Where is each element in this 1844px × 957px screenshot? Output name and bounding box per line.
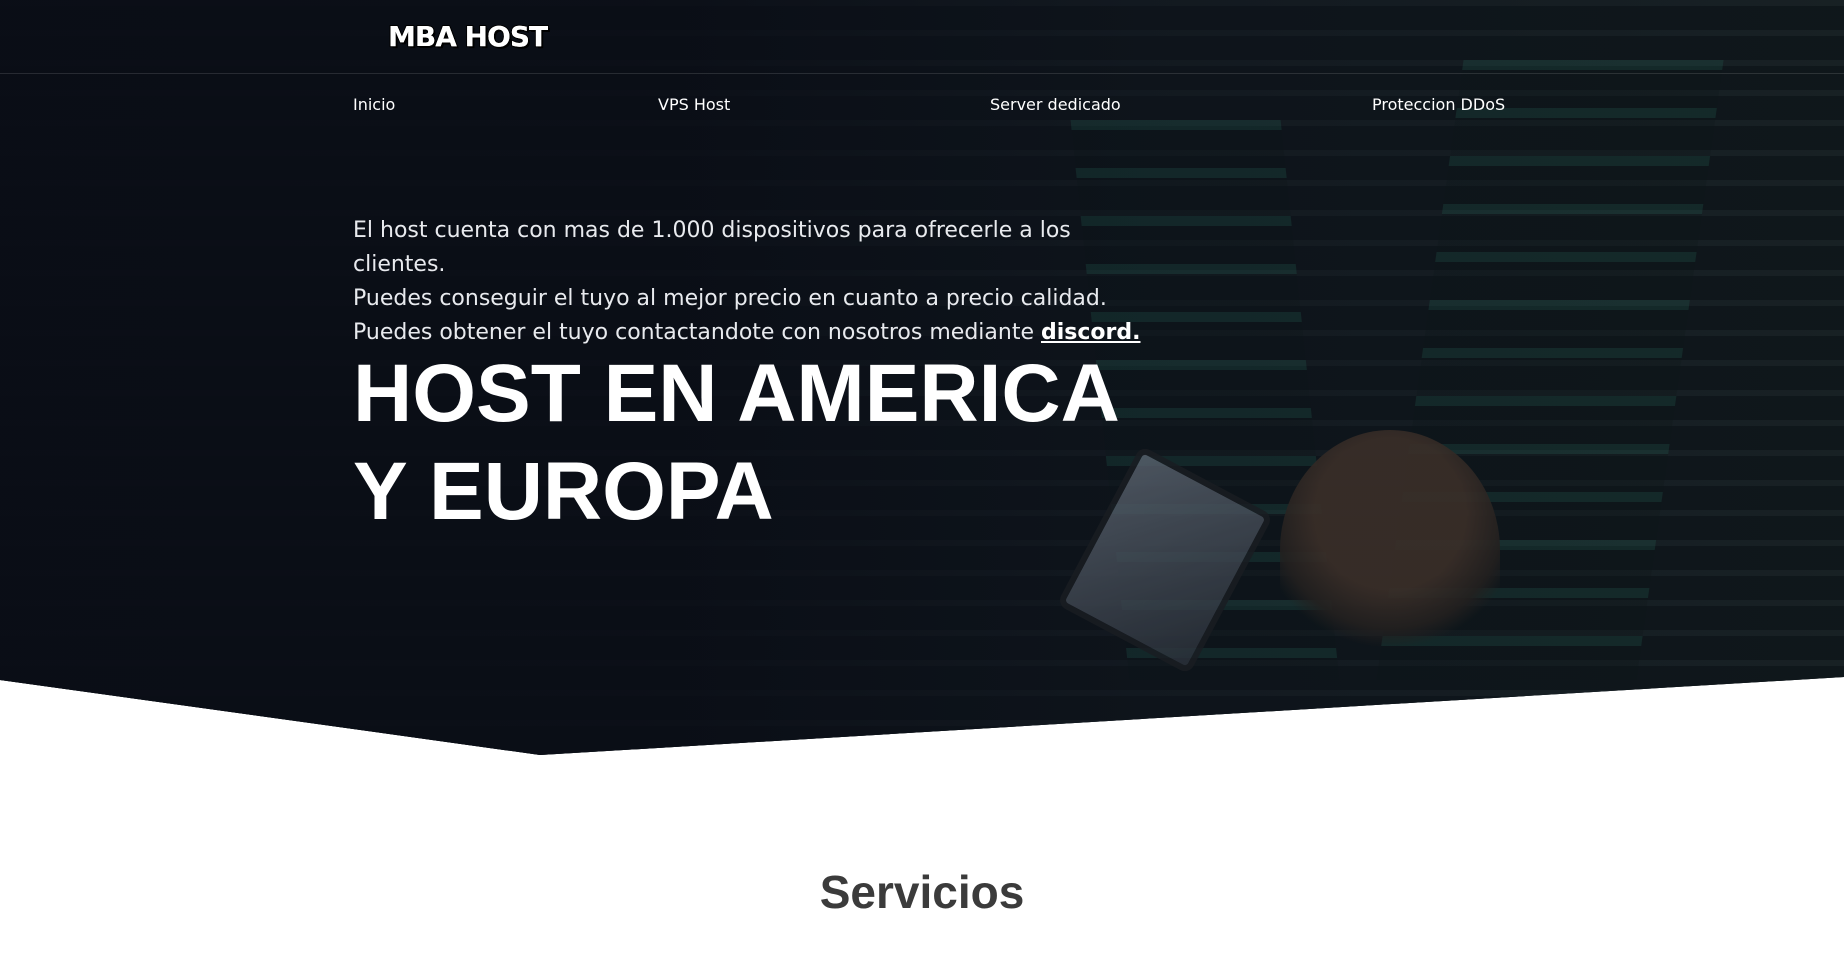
discord-link[interactable]: discord.	[1041, 320, 1141, 345]
intro-line-2: Puedes conseguir el tuyo al mejor precio…	[353, 286, 1107, 311]
intro-line-1: El host cuenta con mas de 1.000 disposit…	[353, 218, 1071, 277]
nav-item-proteccion-ddos[interactable]: Proteccion DDoS	[1372, 95, 1505, 114]
intro-line-3-text: Puedes obtener el tuyo contactandote con…	[353, 320, 1041, 345]
hero-headline: HOST EN AMERICA Y EUROPA	[353, 345, 1253, 541]
top-bar: MBA HOST	[0, 0, 1844, 74]
headline-line-1: HOST EN AMERICA	[353, 348, 1120, 439]
technician-image	[1280, 430, 1500, 670]
section-title: Servicios	[819, 866, 1025, 918]
headline-line-2: Y EUROPA	[353, 446, 774, 537]
main-nav: Inicio VPS Host Server dedicado Protecci…	[0, 95, 1844, 119]
site-logo[interactable]: MBA HOST	[387, 19, 549, 54]
hero-intro: El host cuenta con mas de 1.000 disposit…	[353, 214, 1153, 350]
nav-item-inicio[interactable]: Inicio	[353, 95, 395, 114]
nav-item-vps-host[interactable]: VPS Host	[658, 95, 730, 114]
nav-item-server-dedicado[interactable]: Server dedicado	[990, 95, 1121, 114]
